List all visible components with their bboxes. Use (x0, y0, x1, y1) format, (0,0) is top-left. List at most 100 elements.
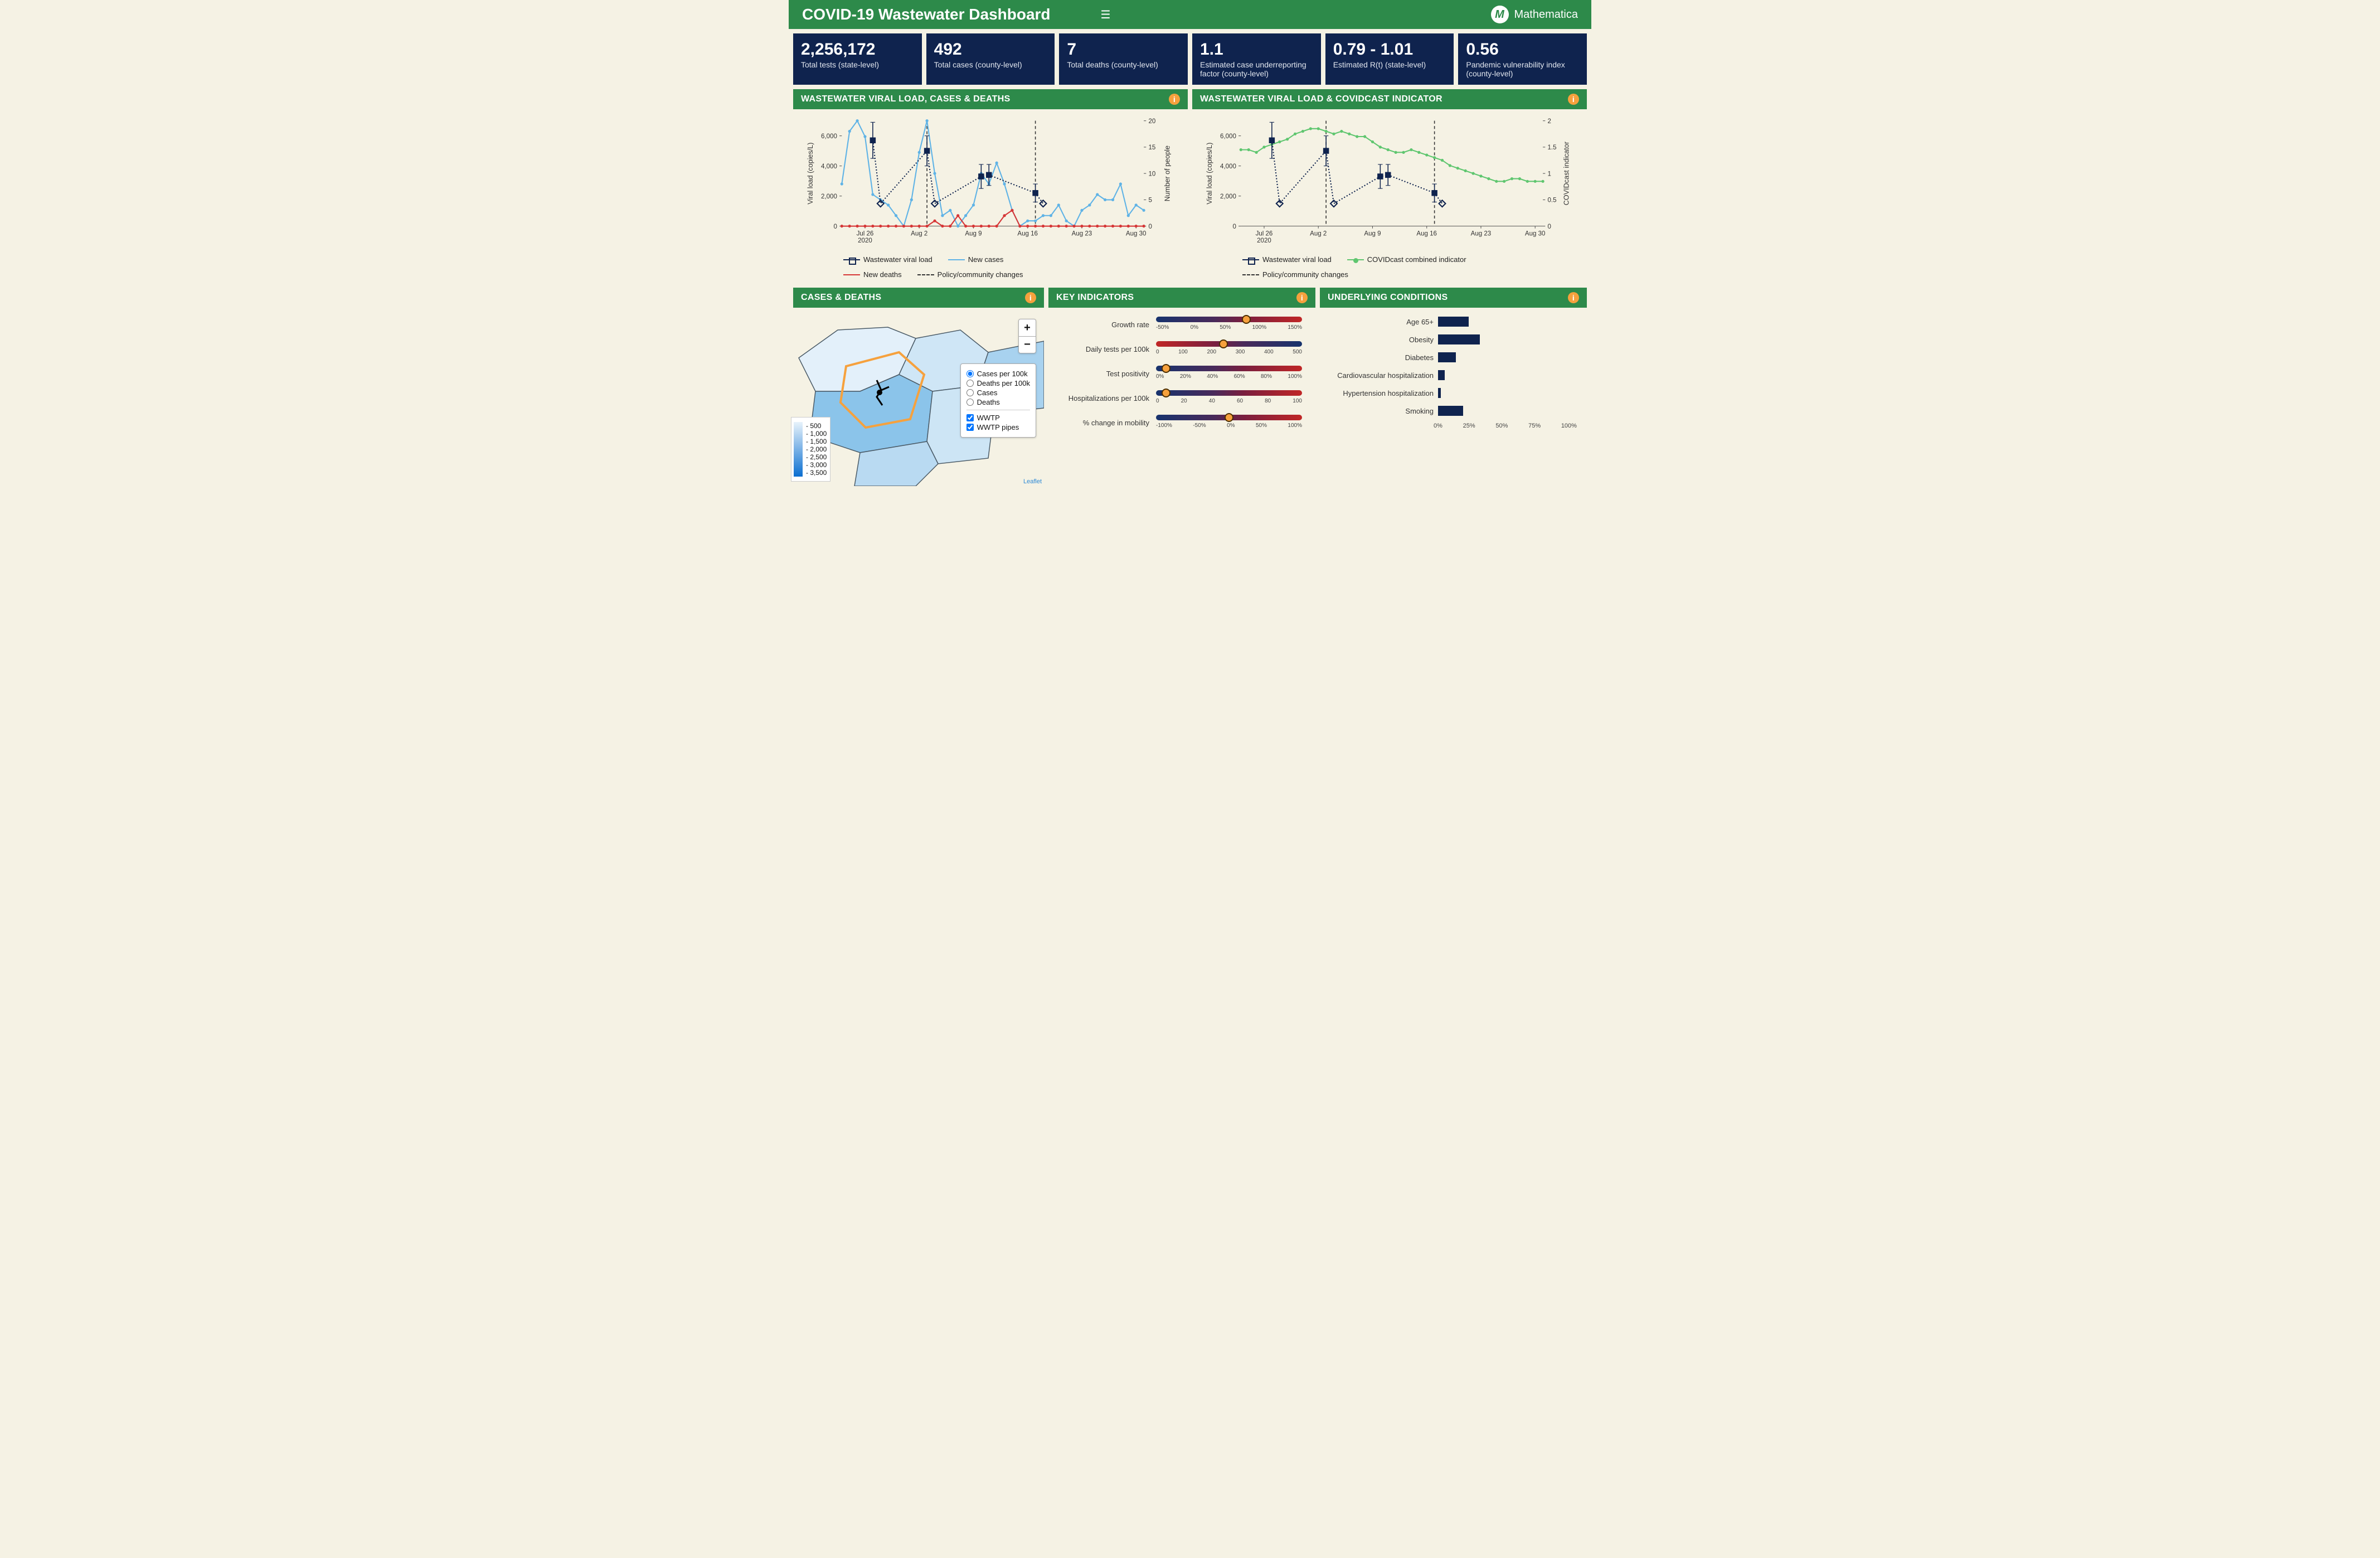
indicator-marker[interactable] (1162, 364, 1170, 373)
svg-text:0: 0 (1232, 224, 1236, 230)
svg-text:2: 2 (1548, 118, 1551, 125)
svg-text:0.5: 0.5 (1548, 197, 1557, 204)
indicator-track[interactable]: -100%-50%0%50%100% (1156, 415, 1302, 430)
condition-bar (1438, 406, 1463, 416)
zoom-in-button[interactable]: + (1019, 319, 1036, 336)
condition-label: Hypertension hospitalization (1322, 389, 1434, 397)
condition-label: Smoking (1322, 407, 1434, 415)
check-wwtp-pipes[interactable]: WWTP pipes (966, 423, 1030, 431)
indicator-track[interactable]: 0100200300400500 (1156, 341, 1302, 357)
indicator-track[interactable]: 020406080100 (1156, 390, 1302, 406)
legend-item-policy: Policy/community changes (917, 270, 1023, 279)
kpi-total-cases: 492 Total cases (county-level) (926, 33, 1055, 85)
svg-text:6,000: 6,000 (1220, 133, 1236, 140)
indicator-label: % change in mobility (1052, 419, 1149, 427)
svg-text:20: 20 (1149, 118, 1156, 125)
info-icon[interactable]: i (1169, 94, 1180, 105)
chart-viral-cases-deaths[interactable]: 02,0004,0006,00005101520Jul 262020Aug 2A… (793, 109, 1188, 254)
panel-title: UNDERLYING CONDITIONS (1328, 293, 1448, 303)
svg-text:Aug 30: Aug 30 (1525, 230, 1546, 237)
hamburger-icon[interactable]: ☰ (1101, 8, 1111, 22)
svg-text:Jul 26: Jul 26 (857, 230, 874, 237)
svg-text:2,000: 2,000 (821, 193, 837, 200)
svg-text:1: 1 (1548, 171, 1551, 177)
condition-bar (1438, 370, 1445, 380)
condition-row: Smoking (1322, 405, 1577, 417)
radio-cases-100k[interactable]: Cases per 100k (966, 370, 1030, 378)
panel-title: WASTEWATER VIRAL LOAD, CASES & DEATHS (801, 94, 1011, 104)
panel-title: CASES & DEATHS (801, 293, 881, 303)
leaflet-attribution[interactable]: Leaflet (1023, 478, 1042, 485)
indicator-marker[interactable] (1162, 389, 1170, 397)
svg-text:0: 0 (1149, 224, 1152, 230)
svg-text:Aug 2: Aug 2 (911, 230, 927, 237)
map-canvas[interactable]: + − Cases per 100k Deaths per 100k Cases… (793, 308, 1044, 486)
svg-text:Aug 16: Aug 16 (1017, 230, 1038, 237)
panel-viral-covidcast: WASTEWATER VIRAL LOAD & COVIDCAST INDICA… (1192, 89, 1587, 283)
svg-text:6,000: 6,000 (821, 133, 837, 140)
svg-text:Aug 9: Aug 9 (965, 230, 982, 237)
info-icon[interactable]: i (1025, 292, 1036, 303)
svg-text:Aug 2: Aug 2 (1310, 230, 1327, 237)
indicator-marker[interactable] (1225, 413, 1233, 422)
zoom-out-button[interactable]: − (1019, 336, 1036, 353)
indicator-row: Growth rate-50%0%50%100%150% (1052, 317, 1302, 332)
kpi-row: 2,256,172 Total tests (state-level) 492 … (789, 29, 1591, 89)
condition-row: Obesity (1322, 333, 1577, 346)
indicator-track[interactable]: -50%0%50%100%150% (1156, 317, 1302, 332)
panel-title: WASTEWATER VIRAL LOAD & COVIDCAST INDICA… (1200, 94, 1442, 104)
condition-bar (1438, 388, 1441, 398)
check-wwtp[interactable]: WWTP (966, 414, 1030, 422)
chart-viral-covidcast[interactable]: 02,0004,0006,00000.511.52Jul 262020Aug 2… (1192, 109, 1587, 254)
svg-text:15: 15 (1149, 144, 1156, 151)
panel-viral-cases-deaths: WASTEWATER VIRAL LOAD, CASES & DEATHS i … (793, 89, 1188, 283)
legend-item-ww: Wastewater viral load (1242, 255, 1332, 264)
indicator-marker[interactable] (1242, 315, 1251, 324)
legend-item-policy: Policy/community changes (1242, 270, 1348, 279)
scale-tick: - 1,500 (806, 438, 827, 445)
legend-item-covidcast: COVIDcast combined indicator (1347, 255, 1466, 264)
svg-text:Jul 26: Jul 26 (1256, 230, 1273, 237)
brand-name: Mathematica (1514, 8, 1578, 21)
svg-text:5: 5 (1149, 197, 1152, 204)
indicator-label: Hospitalizations per 100k (1052, 394, 1149, 402)
svg-text:10: 10 (1149, 171, 1156, 177)
condition-label: Cardiovascular hospitalization (1322, 371, 1434, 380)
condition-label: Age 65+ (1322, 318, 1434, 326)
indicator-row: Hospitalizations per 100k 020406080100 (1052, 390, 1302, 406)
condition-label: Diabetes (1322, 353, 1434, 362)
zoom-controls: + − (1018, 319, 1036, 353)
indicator-row: Daily tests per 100k0100200300400500 (1052, 341, 1302, 357)
indicator-label: Test positivity (1052, 370, 1149, 378)
svg-text:1.5: 1.5 (1548, 144, 1557, 151)
svg-text:0: 0 (1548, 224, 1551, 230)
kpi-rt: 0.79 - 1.01 Estimated R(t) (state-level) (1325, 33, 1454, 85)
condition-bar (1438, 317, 1469, 327)
indicator-marker[interactable] (1219, 339, 1228, 348)
scale-tick: - 3,000 (806, 461, 827, 469)
condition-row: Cardiovascular hospitalization (1322, 369, 1577, 381)
svg-text:4,000: 4,000 (1220, 163, 1236, 170)
panel-key-indicators: KEY INDICATORS i Growth rate-50%0%50%100… (1048, 288, 1315, 486)
svg-text:2,000: 2,000 (1220, 193, 1236, 200)
scale-tick: - 1,000 (806, 430, 827, 438)
kpi-total-tests: 2,256,172 Total tests (state-level) (793, 33, 922, 85)
info-icon[interactable]: i (1296, 292, 1308, 303)
radio-deaths[interactable]: Deaths (966, 398, 1030, 406)
svg-text:Viral load (copies/L): Viral load (copies/L) (807, 143, 814, 205)
svg-text:0: 0 (833, 224, 837, 230)
radio-cases[interactable]: Cases (966, 389, 1030, 397)
info-icon[interactable]: i (1568, 94, 1579, 105)
radio-deaths-100k[interactable]: Deaths per 100k (966, 379, 1030, 387)
svg-text:Number of people: Number of people (1163, 145, 1171, 201)
svg-text:Aug 23: Aug 23 (1471, 230, 1492, 237)
legend-item-deaths: New deaths (843, 270, 902, 279)
condition-bar (1438, 334, 1480, 344)
page-title: COVID-19 Wastewater Dashboard (802, 6, 1051, 23)
svg-text:Aug 9: Aug 9 (1364, 230, 1381, 237)
panel-map: CASES & DEATHS i + − Cases per 100k Deat… (793, 288, 1044, 486)
info-icon[interactable]: i (1568, 292, 1579, 303)
svg-text:Aug 16: Aug 16 (1416, 230, 1437, 237)
indicator-track[interactable]: 0%20%40%60%80%100% (1156, 366, 1302, 381)
panel-underlying: UNDERLYING CONDITIONS i Age 65+ Obesity Di… (1320, 288, 1587, 486)
